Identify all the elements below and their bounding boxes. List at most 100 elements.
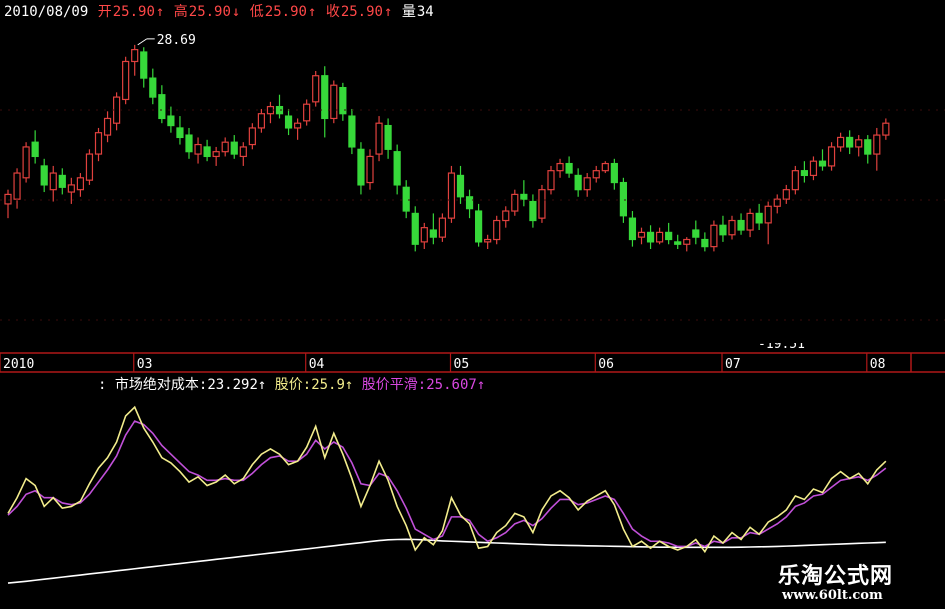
candle-body: [547, 170, 555, 191]
candle-body: [520, 193, 528, 200]
smooth-label: 股价平滑: [361, 377, 418, 393]
candle-body: [40, 165, 48, 186]
candle-body: [76, 177, 85, 191]
candle: [438, 213, 446, 242]
candle-body: [402, 186, 410, 212]
cost-line: [7, 538, 886, 584]
price-label: 股价: [274, 377, 303, 393]
candle: [31, 130, 39, 164]
axis-tick-label: 03: [137, 357, 153, 372]
candle: [728, 215, 736, 240]
candle-body: [827, 146, 836, 167]
high-label: 高: [173, 4, 188, 20]
candle: [565, 156, 573, 178]
candle-body: [221, 141, 229, 153]
candle-body: [737, 219, 745, 231]
candle: [846, 130, 854, 155]
candle: [212, 146, 220, 166]
candle-body: [140, 51, 148, 79]
up-arrow-icon: ↑: [383, 4, 393, 20]
candle: [239, 142, 247, 166]
candle-body: [230, 141, 238, 155]
candle-body: [864, 139, 872, 155]
candle: [420, 222, 428, 250]
candle-body: [475, 210, 483, 243]
candle: [701, 232, 709, 252]
candle: [484, 234, 492, 250]
candle: [312, 70, 320, 107]
candle-body: [637, 231, 646, 238]
candle: [547, 165, 555, 195]
axis-tick-label: 04: [309, 357, 325, 372]
candle: [203, 139, 211, 162]
smooth-price-line: [7, 420, 887, 548]
candle: [502, 206, 510, 228]
candle-body: [85, 153, 94, 181]
candle: [103, 111, 112, 143]
candle: [447, 165, 456, 223]
candle: [493, 215, 501, 245]
down-arrow-icon: ↓: [231, 4, 241, 20]
candle-body: [4, 193, 12, 205]
candle: [384, 118, 392, 159]
candle: [112, 92, 121, 131]
price-panel: 28.69-19.51: [4, 33, 890, 352]
candle-body: [764, 205, 772, 224]
candle-body: [203, 146, 211, 158]
colon: :: [417, 377, 427, 393]
volume-label: 量: [401, 4, 416, 20]
axis-tick-label: 2010: [3, 357, 34, 372]
candle: [755, 203, 763, 231]
candle: [674, 234, 682, 250]
candle-body: [800, 170, 809, 177]
candle: [185, 127, 193, 159]
candle-body: [357, 148, 365, 186]
axis-tick-label: 07: [725, 357, 741, 372]
candle: [140, 47, 148, 88]
candle: [194, 137, 202, 164]
candle-body: [465, 196, 474, 210]
candle: [122, 56, 130, 105]
chart-canvas: 28.69-19.51 2010 03 04 05 06 07 08: [0, 33, 945, 584]
candle-body: [592, 170, 600, 179]
candle: [348, 108, 356, 155]
legend-prefix: :: [98, 377, 107, 393]
candle: [610, 158, 618, 190]
candle-body: [782, 189, 790, 200]
candle-body: [619, 181, 628, 217]
candle-body: [176, 127, 184, 139]
time-axis: 2010 03 04 05 06 07 08: [0, 109, 945, 373]
candle-body: [185, 134, 193, 153]
candle-body: [375, 122, 383, 155]
candle: [637, 227, 646, 245]
close-label: 收: [325, 4, 340, 20]
candle-body: [511, 193, 519, 212]
candle: [475, 203, 483, 247]
candle-body: [384, 124, 392, 150]
candle: [330, 80, 338, 124]
date-label: 2010/08/09: [4, 4, 89, 20]
candle-body: [284, 115, 293, 129]
candle: [628, 211, 637, 247]
indicator-legend: : 市场绝对成本:23.292↑ 股价:25.9↑ 股价平滑:25.607↑: [98, 374, 485, 394]
candle-body: [167, 115, 175, 127]
volume-value: 34: [416, 4, 434, 20]
candle-body: [212, 151, 220, 158]
colon: :: [302, 377, 312, 393]
up-arrow-icon: ↑: [155, 4, 165, 20]
candle: [76, 173, 85, 197]
candle-body: [873, 134, 881, 155]
candle: [13, 168, 21, 209]
candle-body: [248, 127, 256, 146]
candle: [167, 106, 175, 133]
candle-body: [628, 217, 637, 241]
candle: [321, 66, 329, 138]
candle-body: [321, 75, 329, 120]
candle-body: [791, 170, 799, 191]
axis-tick-label: 06: [598, 357, 614, 372]
candle: [692, 220, 700, 245]
candle: [800, 161, 809, 183]
candle-body: [158, 94, 166, 120]
indicator-panel: [7, 405, 887, 584]
candle-body: [846, 136, 854, 148]
